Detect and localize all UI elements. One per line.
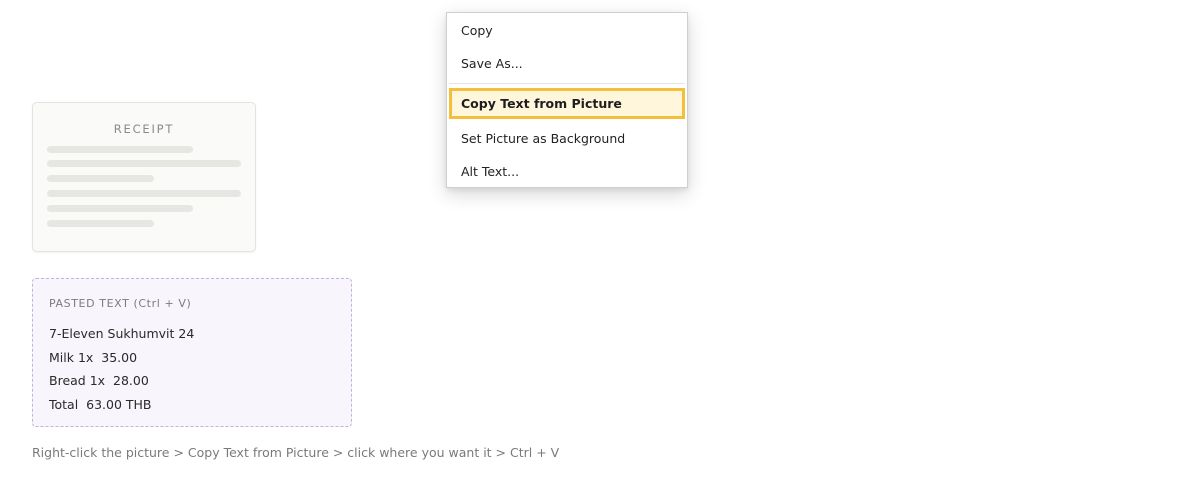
receipt-text-line <box>47 220 154 227</box>
receipt-picture[interactable]: RECEIPT <box>32 102 256 252</box>
menu-item-copy-text-from-picture[interactable]: Copy Text from Picture <box>449 88 685 119</box>
menu-item-save-as[interactable]: Save As... <box>449 48 685 79</box>
menu-item-alt-text[interactable]: Alt Text... <box>449 156 685 187</box>
pasted-text-label: PASTED TEXT (Ctrl + V) <box>49 297 192 310</box>
receipt-text-line <box>47 190 241 197</box>
canvas: RECEIPT PASTED TEXT (Ctrl + V) 7-Eleven … <box>0 0 1200 480</box>
context-menu: Copy Save As... Copy Text from Picture S… <box>446 12 688 188</box>
pasted-text-box[interactable]: PASTED TEXT (Ctrl + V) 7-Eleven Sukhumvi… <box>32 278 352 427</box>
pasted-line-store: 7-Eleven Sukhumvit 24 <box>49 326 195 341</box>
receipt-title: RECEIPT <box>113 122 175 136</box>
receipt-text-line <box>47 146 193 153</box>
menu-separator <box>449 83 685 84</box>
receipt-text-line <box>47 160 241 167</box>
pasted-line-total: Total 63.00 THB <box>49 396 152 412</box>
pasted-line-milk: Milk 1x 35.00 <box>49 349 138 365</box>
menu-item-set-picture-as-background[interactable]: Set Picture as Background <box>449 123 685 154</box>
pasted-text-content: 7-Eleven Sukhumvit 24 Milk 1x 35.00 Brea… <box>49 322 194 416</box>
receipt-text-line <box>47 175 154 182</box>
instruction-caption: Right-click the picture > Copy Text from… <box>32 445 560 460</box>
pasted-line-bread: Bread 1x 28.00 <box>49 373 149 388</box>
receipt-text-line <box>47 205 193 212</box>
menu-item-copy[interactable]: Copy <box>449 15 685 46</box>
